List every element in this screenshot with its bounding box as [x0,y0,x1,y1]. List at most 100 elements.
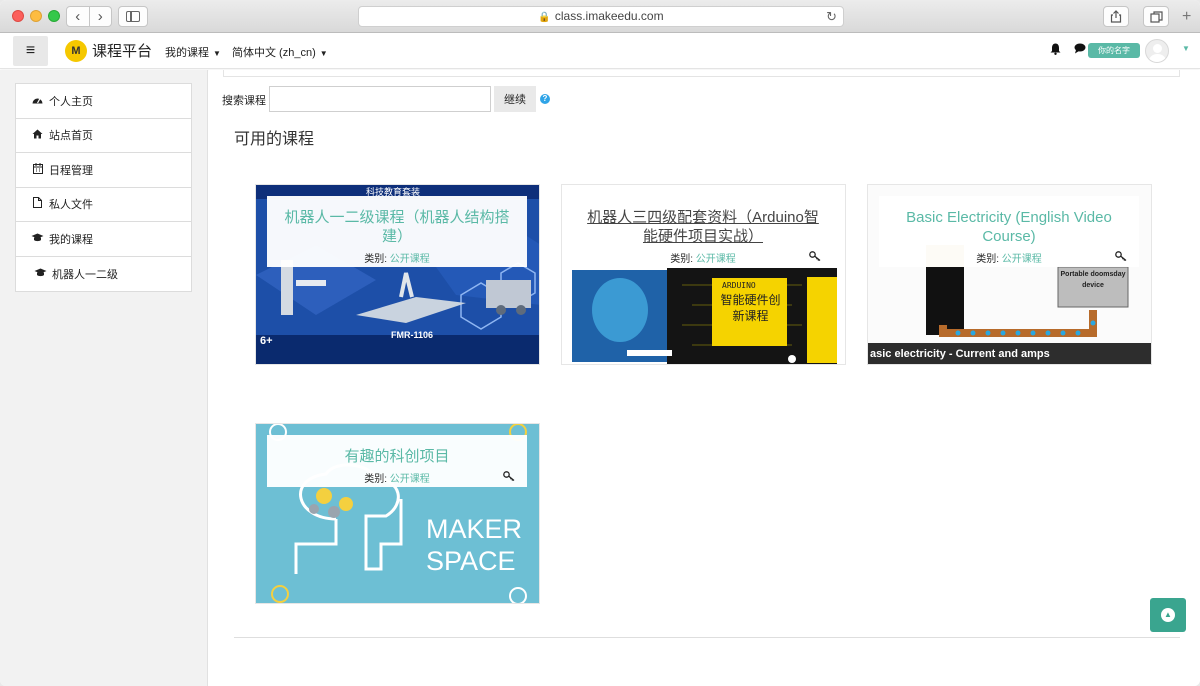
key-icon [503,471,515,484]
site-logo[interactable]: M [65,40,87,62]
reload-icon[interactable]: ↻ [826,7,837,26]
search-courses-input[interactable] [269,86,491,112]
forward-button[interactable]: › [90,8,112,25]
device-label-text: Portable doomsday device [1060,271,1126,289]
notifications-bell-icon[interactable] [1050,43,1061,58]
search-courses-label: 搜索课程 [222,95,266,107]
share-icon [1110,10,1122,23]
file-icon [31,197,44,211]
back-forward-buttons: ‹ › [66,6,112,27]
browser-window: ‹ › 🔒 class.imakeedu.com ↻ + ≡ M 课程平台 我的课… [0,0,1200,686]
share-button[interactable] [1103,6,1129,27]
course-category: 类别: 公开课程 [879,250,1139,265]
available-courses-heading: 可用的课程 [234,131,315,148]
back-button[interactable]: ‹ [67,8,89,25]
site-navbar: ≡ M 课程平台 我的课程 ▼ 简体中文 (zh_cn) ▼ 你的名字 ▼ [0,33,1200,69]
address-bar[interactable]: 🔒 class.imakeedu.com ↻ [358,6,844,27]
my-courses-label: 我的课程 [165,47,209,59]
search-go-button[interactable]: 继续 [494,86,536,112]
caret-down-icon: ▼ [319,49,328,58]
course-category: 类别: 公开课程 [267,250,527,265]
tabs-icon [1149,10,1163,23]
box-model-text: FMR-1106 [391,330,434,340]
course-card[interactable]: 科技教育套装 6+ FMR-1106 机器人一二级课程（机器人结构搭建） 类别:… [255,184,540,365]
key-icon [1115,251,1127,264]
calendar-icon [31,162,44,177]
drawer-item-label: 日程管理 [49,164,93,177]
footer-divider [234,637,1180,638]
course-info-box: 有趣的科创项目 类别: 公开课程 [267,435,527,487]
main-content: 搜索课程 继续 ? 可用的课程 科技教育套装 6+ FMR-1106 机器人一二… [209,70,1200,686]
url-text: class.imakeedu.com [554,9,664,23]
course-info-box: Basic Electricity (English Video Course)… [879,196,1139,267]
key-icon [809,251,821,264]
course-card[interactable]: ARDUINO 智能硬件创新课程 机器人三四级配套资料（Arduino智能硬件项… [561,184,846,365]
drawer-item-private-files[interactable]: 私人文件 [16,188,191,222]
graduation-cap-icon [34,268,47,280]
drawer-item-label: 我的课程 [49,233,93,246]
drawer-toggle-button[interactable]: ≡ [13,36,48,66]
language-label: 简体中文 (zh_cn) [232,47,316,59]
messages-chat-icon[interactable] [1074,43,1086,57]
course-title-link[interactable]: 机器人一二级课程（机器人结构搭建） [275,208,519,246]
drawer-item-label: 私人文件 [49,199,93,212]
category-link[interactable]: 公开课程 [390,254,430,265]
close-window-button[interactable] [12,10,24,22]
course-card[interactable]: Portable doomsday device asic electricit… [867,184,1152,365]
nav-drawer: 个人主页 站点首页 日程管理 私人文件 我的课程 机器人一二级 [0,70,208,686]
drawer-item-dashboard[interactable]: 个人主页 [16,84,191,119]
category-link[interactable]: 公开课程 [1002,254,1042,265]
course-category: 类别: 公开课程 [573,250,833,265]
drawer-item-label: 站点首页 [49,130,93,143]
drawer-item-course-robot[interactable]: 机器人一二级 [16,257,191,292]
hamburger-icon: ≡ [25,42,36,59]
maker-text: MAKER [426,514,523,544]
sidebar-toggle-button[interactable] [118,6,148,27]
drawer-item-my-courses[interactable]: 我的课程 [16,222,191,257]
drawer-nav-list: 个人主页 站点首页 日程管理 私人文件 我的课程 机器人一二级 [15,83,192,292]
page-header-box [223,70,1180,77]
category-link[interactable]: 公开课程 [696,254,736,265]
course-title-link[interactable]: 机器人三四级配套资料（Arduino智能硬件项目实战） [581,208,825,246]
drawer-item-site-home[interactable]: 站点首页 [16,119,191,153]
drawer-item-calendar[interactable]: 日程管理 [16,153,191,188]
course-info-box: 机器人一二级课程（机器人结构搭建） 类别: 公开课程 [267,196,527,267]
course-info-box: 机器人三四级配套资料（Arduino智能硬件项目实战） 类别: 公开课程 [573,196,833,267]
course-category: 类别: 公开课程 [267,470,527,485]
help-icon[interactable]: ? [540,94,550,104]
course-card[interactable]: MAKER SPACE 有趣的科创项目 类别: 公开课程 [255,423,540,604]
home-icon [31,129,44,142]
course-title-link[interactable]: Basic Electricity (English Video Course) [887,208,1131,246]
category-link[interactable]: 公开课程 [390,474,430,485]
show-tabs-button[interactable] [1143,6,1169,27]
site-name[interactable]: 课程平台 [92,40,152,61]
caret-down-icon: ▼ [213,49,221,58]
box-subject-text: 智能硬件创新课程 [720,293,781,323]
graduation-cap-icon [31,233,44,245]
lock-icon: 🔒 [538,12,551,23]
box-age-text: 6+ [260,335,273,347]
minimize-window-button[interactable] [30,10,42,22]
user-avatar[interactable] [1145,39,1169,63]
drawer-item-label: 个人主页 [49,95,93,108]
dashboard-icon [31,95,44,107]
browser-toolbar: ‹ › 🔒 class.imakeedu.com ↻ + [0,0,1200,33]
language-menu[interactable]: 简体中文 (zh_cn) ▼ [232,44,328,60]
sidebar-icon [126,11,140,22]
category-label: 类别: [364,474,387,485]
back-to-top-button[interactable]: ▲ [1150,598,1186,632]
box-brand-text: ARDUINO [722,281,756,290]
user-menu-caret-icon[interactable]: ▼ [1182,44,1190,53]
maximize-window-button[interactable] [48,10,60,22]
new-tab-button[interactable]: + [1182,8,1191,26]
course-title-link[interactable]: 有趣的科创项目 [275,447,519,466]
category-label: 类别: [670,254,693,265]
category-label: 类别: [364,254,387,265]
space-text: SPACE [426,546,516,576]
drawer-item-label: 机器人一二级 [52,268,118,281]
category-label: 类别: [976,254,999,265]
user-name-badge[interactable]: 你的名字 [1088,43,1140,58]
chevron-up-icon: ▲ [1161,608,1175,622]
video-caption-text: asic electricity - Current and amps [870,348,1050,360]
my-courses-menu[interactable]: 我的课程 ▼ [165,44,221,60]
